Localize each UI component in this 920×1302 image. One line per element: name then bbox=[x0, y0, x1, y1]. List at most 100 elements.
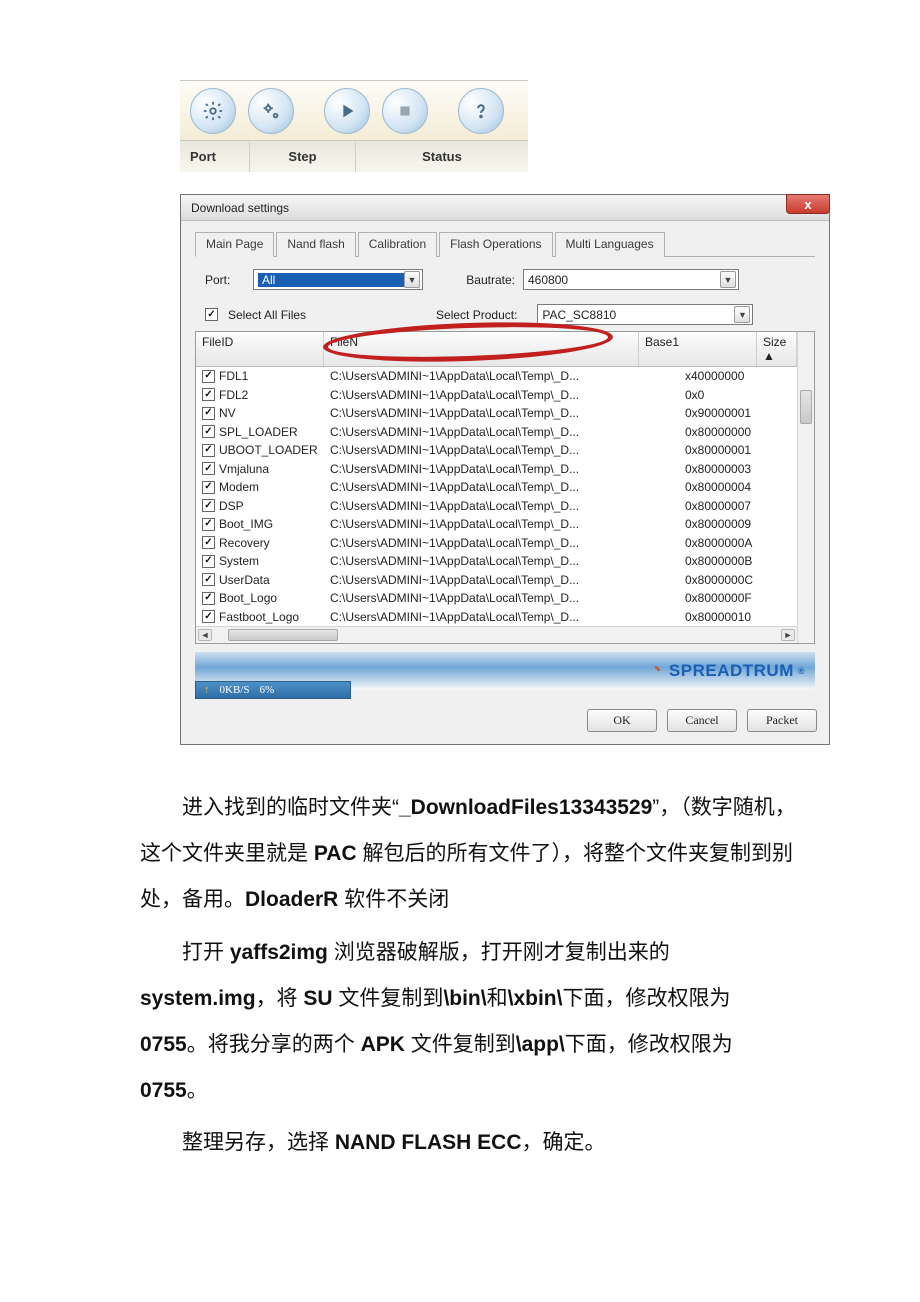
col-fileid[interactable]: FileID bbox=[196, 332, 324, 366]
spreadtrum-logo: SPREADTRUM® bbox=[645, 661, 805, 681]
bautrate-combo[interactable]: 460800 ▼ bbox=[523, 269, 739, 290]
table-row[interactable]: ✓SystemC:\Users\ADMINI~1\AppData\Local\T… bbox=[196, 552, 797, 571]
header-status: Status bbox=[356, 141, 528, 172]
row-fileid: Recovery bbox=[219, 536, 270, 550]
bautrate-label: Bautrate: bbox=[455, 273, 515, 287]
row-checkbox[interactable]: ✓ bbox=[202, 536, 215, 549]
row-path: C:\Users\ADMINI~1\AppData\Local\Temp\_D.… bbox=[324, 388, 679, 402]
header-port: Port bbox=[180, 141, 250, 172]
row-fileid: Vmjaluna bbox=[219, 462, 269, 476]
packet-button[interactable]: Packet bbox=[747, 709, 817, 732]
row-checkbox[interactable]: ✓ bbox=[202, 444, 215, 457]
row-path: C:\Users\ADMINI~1\AppData\Local\Temp\_D.… bbox=[324, 369, 679, 383]
port-value: All bbox=[258, 273, 404, 287]
row-fileid: Fastboot_Logo bbox=[219, 610, 299, 624]
table-row[interactable]: ✓ Vmjaluna C:\Users\ADMINI~1\AppData\Local… bbox=[196, 460, 797, 479]
download-settings-dialog: Download settings x Main Page Nand flash… bbox=[180, 194, 830, 745]
col-filename[interactable]: FileN bbox=[324, 332, 639, 366]
row-fileid: UserData bbox=[219, 573, 270, 587]
select-all-checkbox[interactable]: ✓ bbox=[205, 308, 218, 321]
row-checkbox[interactable]: ✓ bbox=[202, 425, 215, 438]
select-product-value: PAC_SC8810 bbox=[542, 308, 616, 322]
table-row[interactable]: ✓Boot_IMGC:\Users\ADMINI~1\AppData\Local… bbox=[196, 515, 797, 534]
dialog-title: Download settings bbox=[191, 201, 289, 215]
dialog-titlebar[interactable]: Download settings x bbox=[181, 195, 829, 221]
row-fileid: FDL1 bbox=[219, 369, 248, 383]
select-all-label: Select All Files bbox=[228, 308, 306, 322]
file-grid: FileID FileN Base1 Size ▲ ✓ FDL1 C:\Users\… bbox=[195, 331, 815, 644]
paragraph-3: 整理另存，选择 NAND FLASH ECC，确定。 bbox=[140, 1120, 800, 1166]
row-checkbox[interactable]: ✓ bbox=[202, 499, 215, 512]
row-fileid: UBOOT_LOADER bbox=[219, 443, 318, 457]
table-row[interactable]: ✓ModemC:\Users\ADMINI~1\AppData\Local\Te… bbox=[196, 478, 797, 497]
article-body: 进入找到的临时文件夹“_DownloadFiles13343529”，（数字随机… bbox=[140, 785, 800, 1167]
row-checkbox[interactable]: ✓ bbox=[202, 592, 215, 605]
table-row[interactable]: ✓UBOOT_LOADERC:\Users\ADMINI~1\AppData\L… bbox=[196, 441, 797, 460]
row-base: 0x80000007 bbox=[679, 499, 797, 513]
row-checkbox[interactable]: ✓ bbox=[202, 610, 215, 623]
row-fileid: DSP bbox=[219, 499, 244, 513]
row-checkbox[interactable]: ✓ bbox=[202, 388, 215, 401]
row-base: 0x90000001 bbox=[679, 406, 797, 420]
row-base: 0x80000010 bbox=[679, 610, 797, 624]
row-checkbox[interactable]: ✓ bbox=[202, 518, 215, 531]
settings-icon[interactable] bbox=[190, 88, 236, 134]
horizontal-scrollbar[interactable]: ◄ ► bbox=[196, 626, 797, 643]
table-row[interactable]: ✓ Recovery C:\Users\ADMINI~1\AppData\Local… bbox=[196, 534, 797, 553]
row-base: 0x0 bbox=[679, 388, 797, 402]
row-base: x40000000 bbox=[679, 369, 797, 383]
ok-button[interactable]: OK bbox=[587, 709, 657, 732]
select-product-label: Select Product: bbox=[436, 308, 517, 322]
table-row[interactable]: ✓SPL_LOADERC:\Users\ADMINI~1\AppData\Loc… bbox=[196, 423, 797, 442]
col-size[interactable]: Size ▲ bbox=[757, 332, 797, 366]
row-path: C:\Users\ADMINI~1\AppData\Local\Temp\_D.… bbox=[324, 536, 679, 550]
row-checkbox[interactable]: ✓ bbox=[202, 407, 215, 420]
chevron-down-icon[interactable]: ▼ bbox=[720, 271, 736, 288]
table-row[interactable]: ✓Boot_LogoC:\Users\ADMINI~1\AppData\Loca… bbox=[196, 589, 797, 608]
row-fileid: Boot_IMG bbox=[219, 517, 273, 531]
row-checkbox[interactable]: ✓ bbox=[202, 462, 215, 475]
row-checkbox[interactable]: ✓ bbox=[202, 370, 215, 383]
help-icon[interactable] bbox=[458, 88, 504, 134]
port-combo[interactable]: All ▼ bbox=[253, 269, 423, 290]
row-checkbox[interactable]: ✓ bbox=[202, 573, 215, 586]
row-base: 0x8000000C bbox=[679, 573, 797, 587]
row-fileid: SPL_LOADER bbox=[219, 425, 298, 439]
table-row[interactable]: ✓ FDL2 C:\Users\ADMINI~1\AppData\Local\Tem… bbox=[196, 386, 797, 405]
table-row[interactable]: ✓DSPC:\Users\ADMINI~1\AppData\Local\Temp… bbox=[196, 497, 797, 516]
header-step: Step bbox=[250, 141, 356, 172]
table-row[interactable]: ✓NVC:\Users\ADMINI~1\AppData\Local\Temp\… bbox=[196, 404, 797, 423]
table-row[interactable]: ✓ FDL1 C:\Users\ADMINI~1\AppData\Local\Tem… bbox=[196, 367, 797, 386]
vertical-scrollbar[interactable] bbox=[797, 332, 814, 643]
tab-nand-flash[interactable]: Nand flash bbox=[276, 232, 355, 257]
row-fileid: Modem bbox=[219, 480, 259, 494]
row-checkbox[interactable]: ✓ bbox=[202, 555, 215, 568]
col-base1[interactable]: Base1 bbox=[639, 332, 757, 366]
play-icon[interactable] bbox=[324, 88, 370, 134]
row-path: C:\Users\ADMINI~1\AppData\Local\Temp\_D.… bbox=[324, 462, 679, 476]
row-path: C:\Users\ADMINI~1\AppData\Local\Temp\_D.… bbox=[324, 573, 679, 587]
bautrate-value: 460800 bbox=[528, 273, 568, 287]
toolbar-header-row: Port Step Status bbox=[180, 140, 528, 172]
select-product-combo[interactable]: PAC_SC8810 ▼ bbox=[537, 304, 753, 325]
row-path: C:\Users\ADMINI~1\AppData\Local\Temp\_D.… bbox=[324, 610, 679, 624]
row-base: 0x80000003 bbox=[679, 462, 797, 476]
row-path: C:\Users\ADMINI~1\AppData\Local\Temp\_D.… bbox=[324, 554, 679, 568]
table-row[interactable]: ✓ Fastboot_Logo C:\Users\ADMINI~1\AppData\… bbox=[196, 608, 797, 627]
row-fileid: NV bbox=[219, 406, 236, 420]
close-icon[interactable]: x bbox=[786, 194, 830, 214]
tab-flash-operations[interactable]: Flash Operations bbox=[439, 232, 552, 257]
stop-icon[interactable] bbox=[382, 88, 428, 134]
cancel-button[interactable]: Cancel bbox=[667, 709, 737, 732]
row-checkbox[interactable]: ✓ bbox=[202, 481, 215, 494]
tab-main-page[interactable]: Main Page bbox=[195, 232, 274, 257]
chevron-down-icon[interactable]: ▼ bbox=[404, 271, 420, 288]
tab-calibration[interactable]: Calibration bbox=[358, 232, 437, 257]
row-base: 0x8000000F bbox=[679, 591, 797, 605]
row-fileid: FDL2 bbox=[219, 388, 248, 402]
table-row[interactable]: ✓ UserData C:\Users\ADMINI~1\AppData\Local… bbox=[196, 571, 797, 590]
gears-icon[interactable] bbox=[248, 88, 294, 134]
row-base: 0x8000000A bbox=[679, 536, 797, 550]
tab-multi-languages[interactable]: Multi Languages bbox=[555, 232, 665, 257]
chevron-down-icon[interactable]: ▼ bbox=[734, 306, 750, 323]
